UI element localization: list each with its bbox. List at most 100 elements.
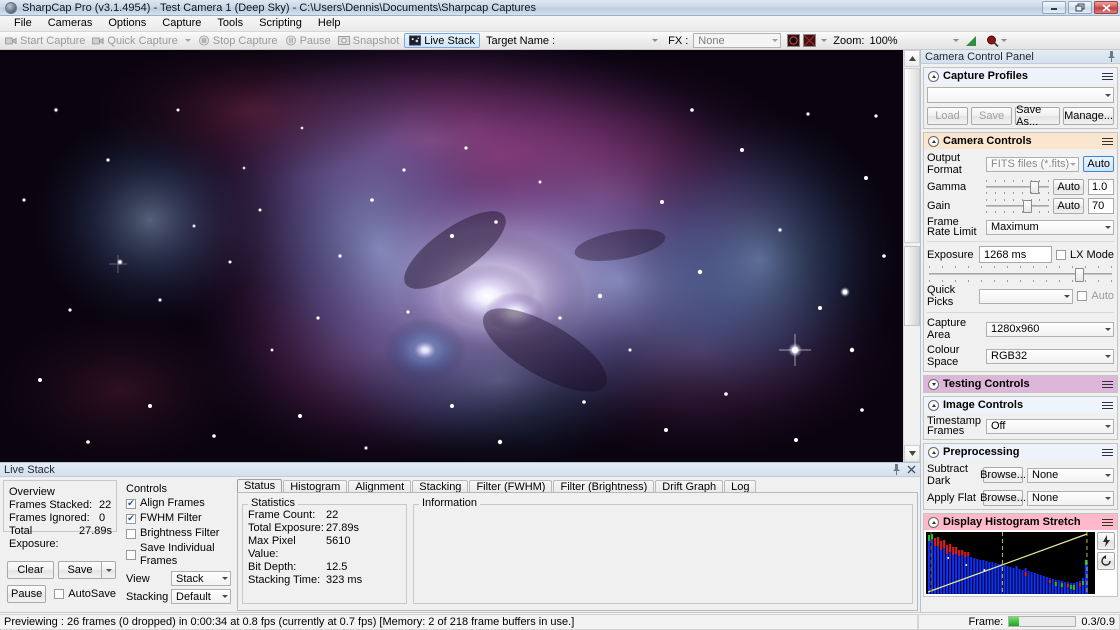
histogram-icon[interactable] [965, 35, 978, 47]
output-format-select[interactable]: FITS files (*.fits) [986, 156, 1080, 172]
gamma-value-input[interactable]: 1.0 [1088, 179, 1114, 195]
preprocessing-header[interactable]: Preprocessing [924, 444, 1117, 460]
fwhm-filter-checkbox[interactable] [126, 513, 136, 524]
save-individual-frames-row[interactable]: Save Individual Frames [126, 542, 231, 568]
frame-rate-limit-select[interactable]: Maximum [986, 219, 1114, 235]
menu-hamburger-icon[interactable] [1102, 137, 1113, 145]
live-stack-toggle[interactable]: Live Stack [404, 33, 480, 48]
profile-select[interactable] [927, 87, 1114, 103]
chevron-down-icon[interactable] [184, 39, 191, 42]
scroll-thumb[interactable] [904, 68, 920, 243]
capture-profiles-header[interactable]: Capture Profiles [924, 68, 1117, 84]
brightness-filter-checkbox[interactable] [126, 528, 136, 539]
align-frames-checkbox[interactable] [126, 498, 136, 509]
display-histogram-header[interactable]: Display Histogram Stretch [924, 514, 1117, 530]
load-profile-button[interactable]: Load [927, 107, 969, 125]
menu-hamburger-icon[interactable] [1102, 72, 1113, 80]
timestamp-frames-select[interactable]: Off [986, 418, 1114, 434]
menu-hamburger-icon[interactable] [1102, 380, 1113, 388]
pause-button[interactable]: Pause [283, 32, 336, 49]
menu-hamburger-icon[interactable] [1102, 518, 1113, 526]
save-stack-button[interactable]: Save [58, 561, 101, 579]
close-icon[interactable] [907, 465, 916, 474]
histogram-buttons [1097, 532, 1115, 594]
menu-options[interactable]: Options [100, 16, 154, 31]
testing-controls-header[interactable]: Testing Controls [924, 376, 1117, 392]
circular-target-icon[interactable] [787, 34, 801, 47]
restore-button[interactable] [1068, 1, 1092, 14]
image-controls-header[interactable]: Image Controls [924, 397, 1117, 413]
menu-hamburger-icon[interactable] [1102, 401, 1113, 409]
menu-hamburger-icon[interactable] [1102, 448, 1113, 456]
menu-cameras[interactable]: Cameras [40, 16, 101, 31]
save-stack-dropdown[interactable] [101, 561, 116, 579]
start-capture-button[interactable]: Start Capture [3, 32, 90, 49]
output-format-auto-button[interactable]: Auto [1083, 156, 1114, 172]
pin-icon[interactable] [892, 464, 901, 475]
camera-controls-header[interactable]: Camera Controls [924, 133, 1117, 149]
gamma-slider[interactable] [986, 180, 1050, 194]
gamma-auto-button[interactable]: Auto [1053, 179, 1084, 195]
preview-vertical-scrollbar[interactable] [903, 50, 920, 462]
chevron-down-icon[interactable] [821, 39, 828, 42]
subtract-dark-browse-button[interactable]: Browse... [980, 467, 1026, 483]
save-as-profile-button[interactable]: Save As... [1015, 104, 1061, 128]
chevron-down-icon[interactable] [1001, 39, 1008, 42]
collapse-chevron-up-icon[interactable] [928, 399, 939, 411]
nebula-preview-image[interactable] [0, 50, 903, 462]
pause-stack-button[interactable]: Pause [7, 585, 47, 603]
stop-capture-button[interactable]: Stop Capture [196, 32, 283, 49]
menu-file[interactable]: File [6, 16, 40, 31]
target-name-input[interactable] [560, 33, 660, 48]
crosshair-target-icon[interactable] [803, 34, 817, 47]
menu-capture[interactable]: Capture [154, 16, 209, 31]
minimize-button[interactable] [1042, 1, 1066, 14]
collapse-chevron-up-icon[interactable] [928, 135, 939, 147]
autosave-checkbox[interactable] [54, 589, 65, 599]
save-stack-split-button[interactable]: Save [58, 561, 116, 579]
collapse-chevron-up-icon[interactable] [928, 446, 939, 458]
menu-help[interactable]: Help [310, 16, 349, 31]
quick-picks-select[interactable] [979, 288, 1074, 304]
quick-capture-button[interactable]: Quick Capture [90, 32, 195, 49]
apply-flat-browse-button[interactable]: Browse... [980, 490, 1026, 506]
fwhm-filter-row[interactable]: FWHM Filter [126, 512, 231, 525]
align-frames-row[interactable]: Align Frames [126, 497, 231, 510]
histogram-graph[interactable] [926, 532, 1095, 594]
menu-tools[interactable]: Tools [209, 16, 251, 31]
close-button[interactable] [1094, 1, 1118, 14]
fx-select[interactable]: None [693, 33, 782, 48]
save-individual-frames-checkbox[interactable] [126, 550, 136, 560]
gain-auto-button[interactable]: Auto [1053, 198, 1084, 214]
auto-stretch-button[interactable] [1097, 532, 1115, 550]
brightness-filter-row[interactable]: Brightness Filter [126, 527, 231, 540]
chevron-down-icon[interactable] [652, 39, 659, 42]
menu-scripting[interactable]: Scripting [251, 16, 310, 31]
stacking-select[interactable]: Default [171, 589, 231, 604]
gain-value-input[interactable]: 70 [1088, 198, 1114, 214]
pin-icon[interactable] [1107, 51, 1116, 62]
subtract-dark-select[interactable]: None [1027, 467, 1114, 483]
exposure-auto-checkbox[interactable] [1077, 291, 1088, 301]
view-select[interactable]: Stack [171, 571, 231, 586]
scroll-up-button[interactable] [904, 50, 920, 67]
gain-slider[interactable] [986, 199, 1050, 213]
snapshot-button[interactable]: Snapshot [336, 32, 404, 49]
exposure-input[interactable]: 1268 ms [979, 246, 1052, 263]
reset-stretch-button[interactable] [1097, 552, 1115, 570]
collapse-chevron-up-icon[interactable] [928, 516, 939, 528]
exposure-slider[interactable] [929, 266, 1112, 282]
zoom-select[interactable]: 100% [869, 35, 960, 47]
expand-chevron-down-icon[interactable] [928, 378, 939, 390]
magnifier-icon[interactable] [986, 35, 1000, 47]
collapse-chevron-up-icon[interactable] [928, 70, 939, 82]
capture-area-select[interactable]: 1280x960 [986, 321, 1114, 337]
scroll-thumb-secondary[interactable] [904, 246, 920, 326]
save-profile-button[interactable]: Save [971, 107, 1013, 125]
manage-profiles-button[interactable]: Manage... [1063, 107, 1115, 125]
apply-flat-select[interactable]: None [1027, 490, 1114, 506]
lx-mode-checkbox[interactable] [1055, 249, 1066, 260]
scroll-down-button[interactable] [904, 445, 920, 462]
colour-space-select[interactable]: RGB32 [986, 348, 1114, 364]
clear-stack-button[interactable]: Clear [7, 561, 54, 579]
